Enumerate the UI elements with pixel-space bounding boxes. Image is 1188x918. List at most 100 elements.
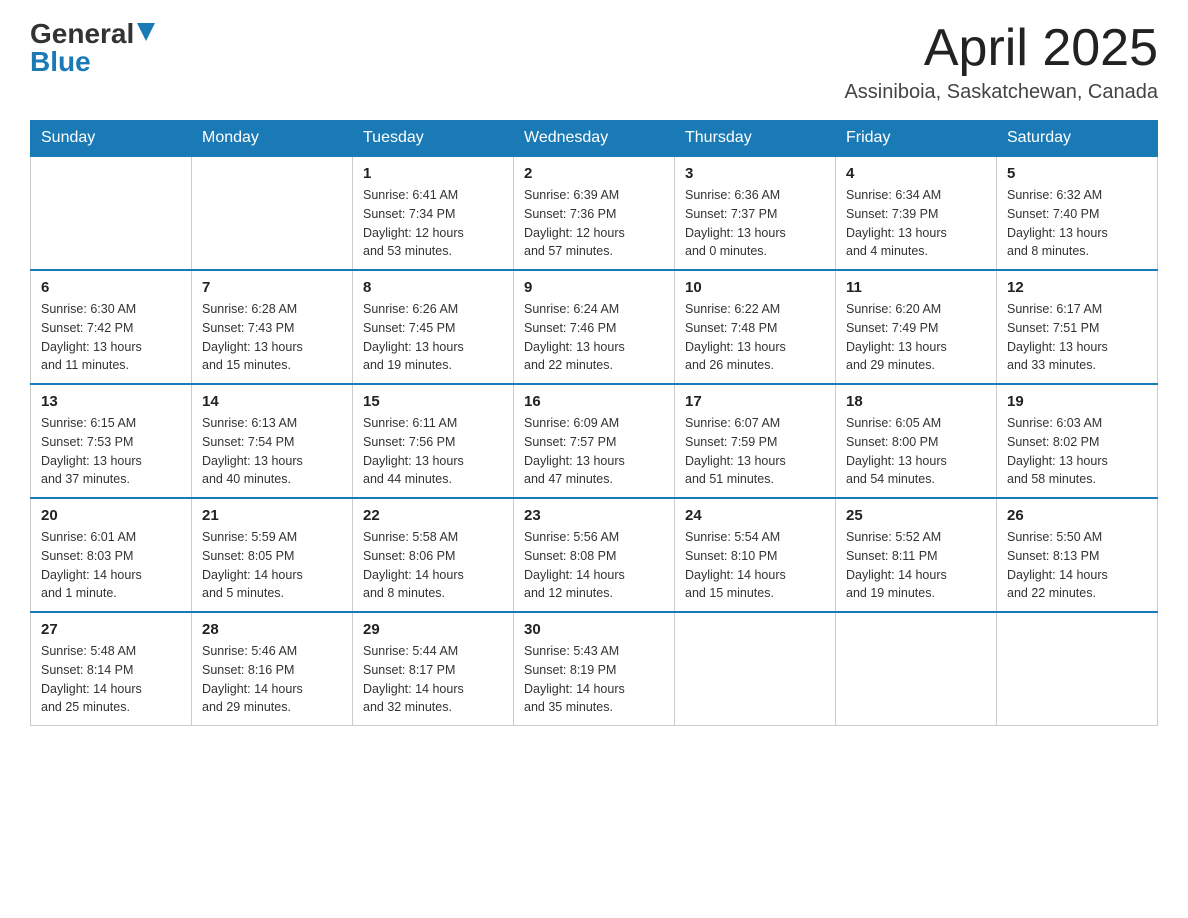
calendar-week-4: 20 Sunrise: 6:01 AM Sunset: 8:03 PM Dayli… — [31, 498, 1158, 612]
calendar-cell — [31, 156, 192, 270]
calendar-table: SundayMondayTuesdayWednesdayThursdayFrid… — [30, 120, 1158, 726]
calendar-cell: 6Sunrise: 6:30 AM Sunset: 7:42 PM Daylig… — [31, 270, 192, 384]
day-number: 9 — [524, 279, 664, 296]
calendar-week-2: 6Sunrise: 6:30 AM Sunset: 7:42 PM Daylig… — [31, 270, 1158, 384]
day-number: 18 — [846, 393, 986, 410]
day-info: Sunrise: 6:28 AM Sunset: 7:43 PM Dayligh… — [202, 300, 342, 375]
logo-general: General — [30, 20, 134, 48]
calendar-cell: 3 Sunrise: 6:36 AM Sunset: 7:37 PM Daylig… — [675, 156, 836, 270]
day-number: 13 — [41, 393, 181, 410]
day-info: Sunrise: 6:39 AM Sunset: 7:36 PM Dayligh… — [524, 186, 664, 261]
calendar-cell: 2 Sunrise: 6:39 AM Sunset: 7:36 PM Daylig… — [514, 156, 675, 270]
day-number: 6 — [41, 279, 181, 296]
calendar-cell: 8 Sunrise: 6:26 AM Sunset: 7:45 PM Daylig… — [353, 270, 514, 384]
day-info: Sunrise: 5:52 AM Sunset: 8:11 PM Dayligh… — [846, 528, 986, 603]
day-number: 5 — [1007, 165, 1147, 182]
day-info: Sunrise: 5:50 AM Sunset: 8:13 PM Dayligh… — [1007, 528, 1147, 603]
calendar-week-1: 1 Sunrise: 6:41 AM Sunset: 7:34 PM Daylig… — [31, 156, 1158, 270]
calendar-cell: 7 Sunrise: 6:28 AM Sunset: 7:43 PM Daylig… — [192, 270, 353, 384]
day-info: Sunrise: 5:59 AM Sunset: 8:05 PM Dayligh… — [202, 528, 342, 603]
day-info: Sunrise: 6:17 AM Sunset: 7:51 PM Dayligh… — [1007, 300, 1147, 375]
day-number: 7 — [202, 279, 342, 296]
calendar-cell: 21 Sunrise: 5:59 AM Sunset: 8:05 PM Dayli… — [192, 498, 353, 612]
calendar-cell: 11Sunrise: 6:20 AM Sunset: 7:49 PM Dayli… — [836, 270, 997, 384]
weekday-header-monday: Monday — [192, 121, 353, 157]
day-info: Sunrise: 6:26 AM Sunset: 7:45 PM Dayligh… — [363, 300, 503, 375]
day-number: 16 — [524, 393, 664, 410]
weekday-header-friday: Friday — [836, 121, 997, 157]
day-number: 8 — [363, 279, 503, 296]
day-number: 29 — [363, 621, 503, 638]
weekday-header-tuesday: Tuesday — [353, 121, 514, 157]
day-info: Sunrise: 5:44 AM Sunset: 8:17 PM Dayligh… — [363, 642, 503, 717]
calendar-cell: 12 Sunrise: 6:17 AM Sunset: 7:51 PM Dayli… — [997, 270, 1158, 384]
day-number: 12 — [1007, 279, 1147, 296]
day-number: 26 — [1007, 507, 1147, 524]
calendar-cell — [192, 156, 353, 270]
day-info: Sunrise: 6:09 AM Sunset: 7:57 PM Dayligh… — [524, 414, 664, 489]
calendar-cell: 25 Sunrise: 5:52 AM Sunset: 8:11 PM Dayli… — [836, 498, 997, 612]
day-info: Sunrise: 6:36 AM Sunset: 7:37 PM Dayligh… — [685, 186, 825, 261]
calendar-cell: 9 Sunrise: 6:24 AM Sunset: 7:46 PM Daylig… — [514, 270, 675, 384]
calendar-cell: 5Sunrise: 6:32 AM Sunset: 7:40 PM Daylig… — [997, 156, 1158, 270]
day-number: 20 — [41, 507, 181, 524]
day-number: 23 — [524, 507, 664, 524]
calendar-week-5: 27Sunrise: 5:48 AM Sunset: 8:14 PM Dayli… — [31, 612, 1158, 726]
day-info: Sunrise: 5:56 AM Sunset: 8:08 PM Dayligh… — [524, 528, 664, 603]
calendar-cell — [997, 612, 1158, 726]
day-info: Sunrise: 6:01 AM Sunset: 8:03 PM Dayligh… — [41, 528, 181, 603]
day-info: Sunrise: 6:05 AM Sunset: 8:00 PM Dayligh… — [846, 414, 986, 489]
day-info: Sunrise: 5:48 AM Sunset: 8:14 PM Dayligh… — [41, 642, 181, 717]
day-number: 25 — [846, 507, 986, 524]
day-info: Sunrise: 6:34 AM Sunset: 7:39 PM Dayligh… — [846, 186, 986, 261]
calendar-cell: 18 Sunrise: 6:05 AM Sunset: 8:00 PM Dayli… — [836, 384, 997, 498]
day-info: Sunrise: 6:07 AM Sunset: 7:59 PM Dayligh… — [685, 414, 825, 489]
calendar-header-row: SundayMondayTuesdayWednesdayThursdayFrid… — [31, 121, 1158, 157]
location: Assiniboia, Saskatchewan, Canada — [844, 81, 1158, 104]
calendar-cell: 19 Sunrise: 6:03 AM Sunset: 8:02 PM Dayli… — [997, 384, 1158, 498]
weekday-header-sunday: Sunday — [31, 121, 192, 157]
day-info: Sunrise: 6:11 AM Sunset: 7:56 PM Dayligh… — [363, 414, 503, 489]
calendar-cell: 1 Sunrise: 6:41 AM Sunset: 7:34 PM Daylig… — [353, 156, 514, 270]
day-info: Sunrise: 6:15 AM Sunset: 7:53 PM Dayligh… — [41, 414, 181, 489]
day-number: 2 — [524, 165, 664, 182]
calendar-cell: 22 Sunrise: 5:58 AM Sunset: 8:06 PM Dayli… — [353, 498, 514, 612]
day-info: Sunrise: 6:13 AM Sunset: 7:54 PM Dayligh… — [202, 414, 342, 489]
calendar-cell: 27Sunrise: 5:48 AM Sunset: 8:14 PM Dayli… — [31, 612, 192, 726]
day-info: Sunrise: 5:58 AM Sunset: 8:06 PM Dayligh… — [363, 528, 503, 603]
calendar-cell: 24Sunrise: 5:54 AM Sunset: 8:10 PM Dayli… — [675, 498, 836, 612]
day-number: 3 — [685, 165, 825, 182]
day-info: Sunrise: 6:41 AM Sunset: 7:34 PM Dayligh… — [363, 186, 503, 261]
day-info: Sunrise: 6:03 AM Sunset: 8:02 PM Dayligh… — [1007, 414, 1147, 489]
day-number: 4 — [846, 165, 986, 182]
day-number: 28 — [202, 621, 342, 638]
day-info: Sunrise: 5:43 AM Sunset: 8:19 PM Dayligh… — [524, 642, 664, 717]
calendar-cell: 26 Sunrise: 5:50 AM Sunset: 8:13 PM Dayli… — [997, 498, 1158, 612]
day-number: 15 — [363, 393, 503, 410]
calendar-cell: 10 Sunrise: 6:22 AM Sunset: 7:48 PM Dayli… — [675, 270, 836, 384]
day-number: 1 — [363, 165, 503, 182]
day-number: 10 — [685, 279, 825, 296]
logo: General Blue — [30, 20, 155, 76]
weekday-header-wednesday: Wednesday — [514, 121, 675, 157]
calendar-cell: 20 Sunrise: 6:01 AM Sunset: 8:03 PM Dayli… — [31, 498, 192, 612]
day-number: 11 — [846, 279, 986, 296]
day-info: Sunrise: 6:24 AM Sunset: 7:46 PM Dayligh… — [524, 300, 664, 375]
calendar-cell: 13 Sunrise: 6:15 AM Sunset: 7:53 PM Dayli… — [31, 384, 192, 498]
day-number: 21 — [202, 507, 342, 524]
day-number: 22 — [363, 507, 503, 524]
calendar-cell — [836, 612, 997, 726]
day-info: Sunrise: 5:54 AM Sunset: 8:10 PM Dayligh… — [685, 528, 825, 603]
weekday-header-thursday: Thursday — [675, 121, 836, 157]
calendar-cell — [675, 612, 836, 726]
calendar-cell: 17Sunrise: 6:07 AM Sunset: 7:59 PM Dayli… — [675, 384, 836, 498]
calendar-week-3: 13 Sunrise: 6:15 AM Sunset: 7:53 PM Dayli… — [31, 384, 1158, 498]
weekday-header-saturday: Saturday — [997, 121, 1158, 157]
day-number: 14 — [202, 393, 342, 410]
logo-blue: Blue — [30, 48, 91, 76]
calendar-cell: 16 Sunrise: 6:09 AM Sunset: 7:57 PM Dayli… — [514, 384, 675, 498]
day-number: 19 — [1007, 393, 1147, 410]
calendar-cell: 30 Sunrise: 5:43 AM Sunset: 8:19 PM Dayli… — [514, 612, 675, 726]
day-info: Sunrise: 6:22 AM Sunset: 7:48 PM Dayligh… — [685, 300, 825, 375]
day-number: 30 — [524, 621, 664, 638]
